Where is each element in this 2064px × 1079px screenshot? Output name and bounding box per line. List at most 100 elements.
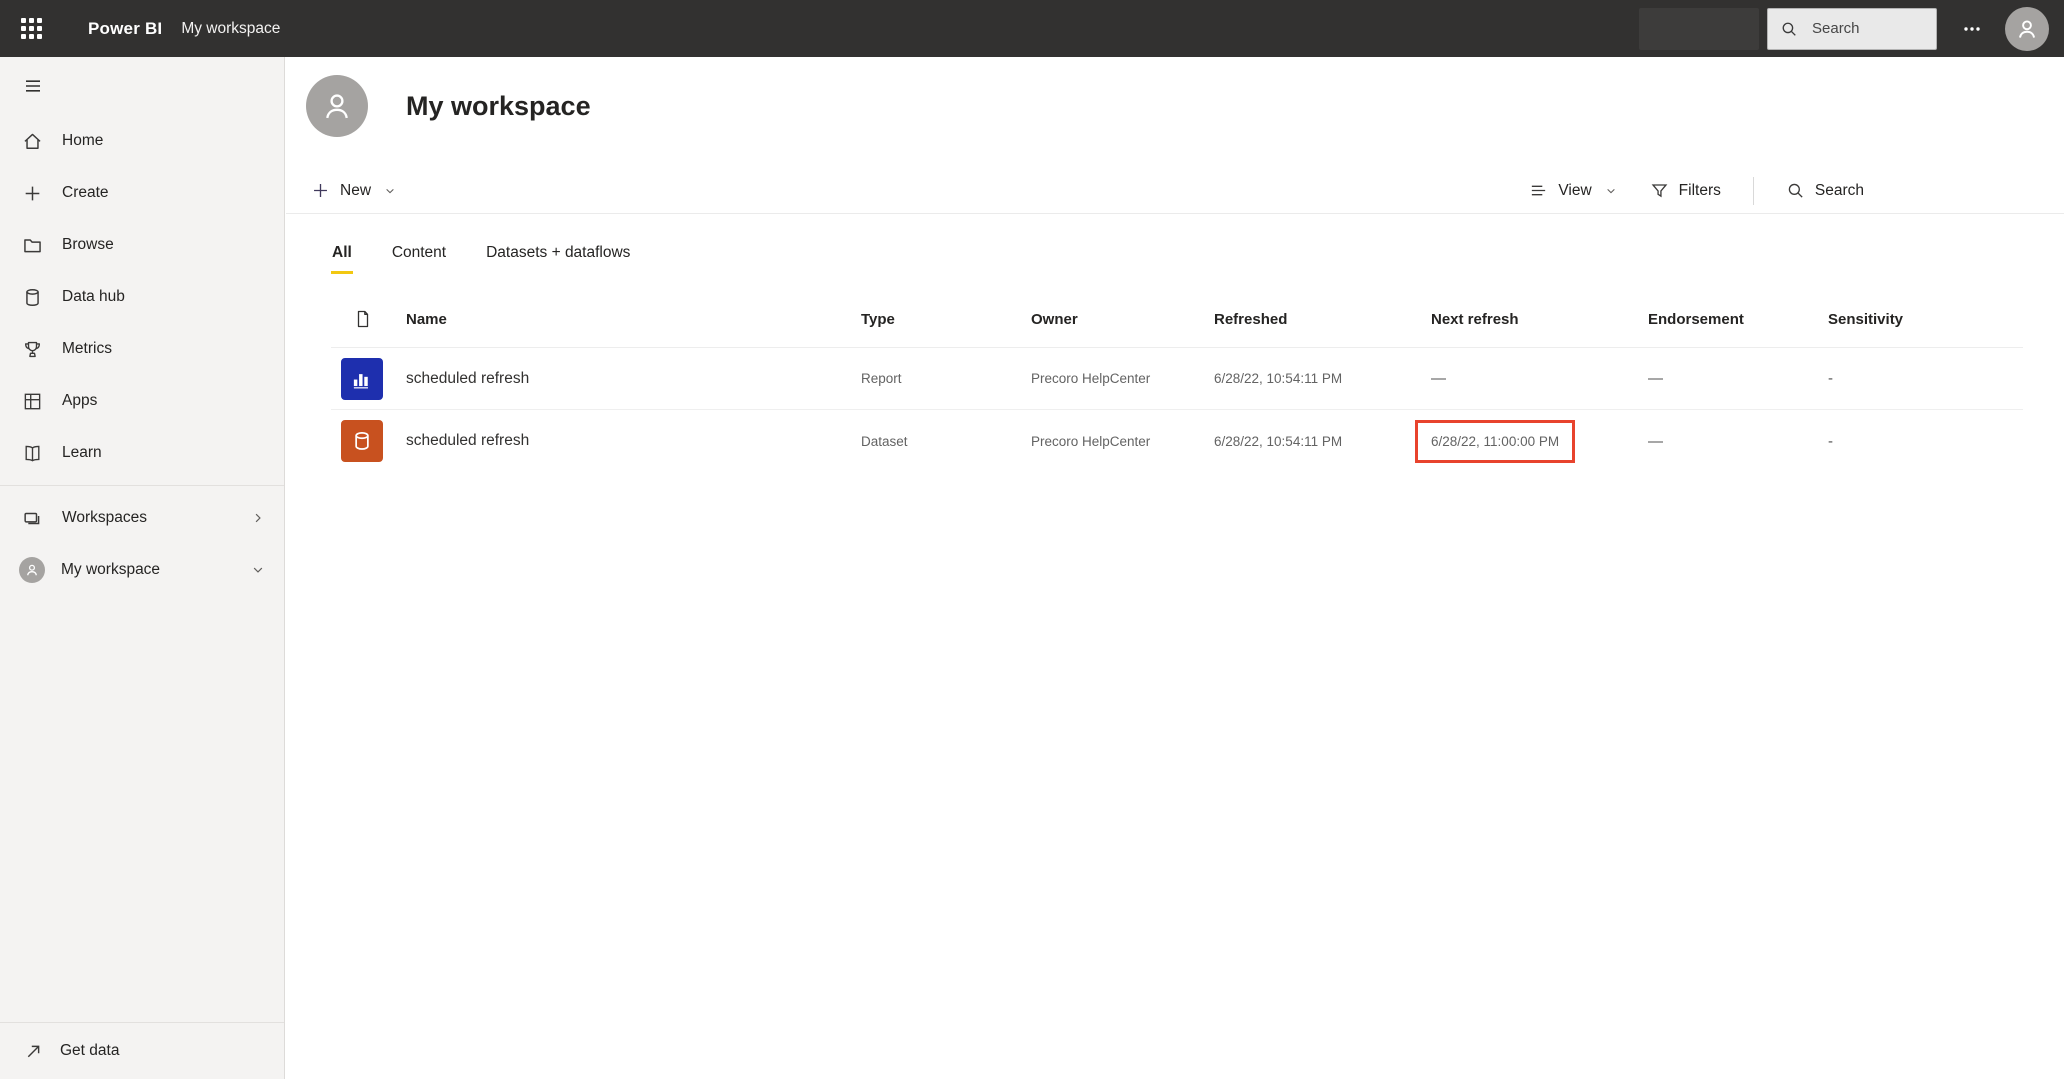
grid-icon [22,391,43,412]
item-name-link[interactable]: scheduled refresh [406,370,861,388]
tab-content[interactable]: Content [391,242,447,274]
item-type: Dataset [861,433,908,449]
get-data-label: Get data [60,1042,120,1059]
chevron-right-icon [250,510,266,526]
sidebar-item-label: Data hub [62,288,125,305]
workspace-content: My workspace New View Filters Search All… [286,57,2064,1079]
next-refresh-value: 6/28/22, 11:00:00 PM [1431,433,1560,449]
page-title: My workspace [406,90,591,121]
search-button-label: Search [1814,181,1864,199]
workspaces-icon [22,508,43,529]
home-icon [22,131,43,152]
chevron-down-icon [1604,184,1618,198]
database-icon [22,287,43,308]
column-header-next-refresh[interactable]: Next refresh [1431,311,1648,328]
powerbi-logo[interactable]: Power BI [88,19,162,39]
book-icon [22,443,43,464]
search-placeholder: Search [1812,20,1860,37]
sidebar-nav-items: Home Create Browse Data hub Metrics Apps Learn [0,115,284,479]
item-owner: Precoro HelpCenter [1031,371,1151,386]
sidebar-item-learn[interactable]: Learn [0,427,284,479]
item-owner: Precoro HelpCenter [1031,433,1151,449]
global-search-input[interactable]: Search [1767,7,1937,50]
hamburger-icon [26,80,40,92]
tab-datasets-dataflows[interactable]: Datasets + dataflows [485,242,631,274]
table-header: Name Type Owner Refreshed Next refresh Endors… [331,291,2023,348]
person-icon [326,94,348,119]
sidebar-divider [0,485,284,486]
left-navigation: Home Create Browse Data hub Metrics Apps Learn… [0,57,285,1079]
table-row[interactable]: scheduled refresh Report Precoro HelpCente… [331,348,2023,410]
sidebar-item-home[interactable]: Home [0,115,284,167]
column-header-endorsement[interactable]: Endorsement [1648,311,1828,328]
list-search-button[interactable]: Search [1786,181,1864,200]
sidebar-item-my-workspace[interactable]: My workspace [0,544,284,596]
sidebar-item-create[interactable]: Create [0,167,284,219]
person-icon [2019,19,2035,38]
sidebar-item-browse[interactable]: Browse [0,219,284,271]
sidebar-item-apps[interactable]: Apps [0,375,284,427]
filters-button[interactable]: Filters [1650,181,1721,200]
chevron-down-icon [383,184,397,198]
item-endorsement: — [1648,432,1663,450]
app-launcher-button[interactable] [0,0,62,57]
plus-icon [311,181,330,200]
document-icon [353,309,373,329]
item-refreshed: 6/28/22, 10:54:11 PM [1214,433,1343,449]
sidebar-item-workspaces[interactable]: Workspaces [0,492,284,544]
sidebar-item-data-hub[interactable]: Data hub [0,271,284,323]
account-avatar[interactable] [2005,6,2049,51]
workspace-avatar-icon [19,557,45,583]
chevron-down-icon [250,562,266,578]
get-data-button[interactable]: Get data [0,1022,284,1079]
column-header-name[interactable]: Name [406,311,861,328]
item-name-link[interactable]: scheduled refresh [406,432,861,450]
waffle-icon [20,18,42,39]
next-refresh-highlight-box: 6/28/22, 11:00:00 PM [1415,419,1576,463]
view-button-label: View [1558,181,1592,199]
table-body: scheduled refresh Report Precoro HelpCente… [331,348,2023,472]
item-endorsement: — [1648,370,1663,387]
item-refreshed: 6/28/22, 10:54:11 PM [1214,371,1343,386]
topbar-placeholder-box [1639,7,1759,50]
filters-button-label: Filters [1678,181,1721,199]
sidebar-item-label: Apps [62,392,98,409]
topbar-context-label: My workspace [181,19,281,37]
content-tabs: All Content Datasets + dataflows [286,242,2064,274]
sidebar-item-label: My workspace [61,561,161,578]
get-data-icon [24,1042,43,1061]
sidebar-item-label: Browse [62,236,114,253]
view-button[interactable]: View [1529,181,1617,200]
next-refresh-value: — [1431,370,1446,387]
item-type: Report [861,371,902,386]
column-header-refreshed[interactable]: Refreshed [1214,311,1431,328]
trophy-icon [22,339,43,360]
new-button[interactable]: New [311,181,397,200]
new-button-label: New [340,181,372,199]
top-app-bar: Power BI My workspace Search [0,0,2064,57]
item-sensitivity: - [1828,370,1833,387]
workspace-header: My workspace [286,57,2064,137]
sidebar-item-label: Metrics [62,340,112,357]
item-sensitivity: - [1828,432,1833,450]
sidebar-item-label: Home [62,132,104,149]
column-header-type[interactable]: Type [861,311,1031,328]
plus-icon [22,183,43,204]
more-options-button[interactable] [1947,9,1997,49]
table-row[interactable]: scheduled refresh Dataset Precoro HelpCent… [331,410,2023,472]
view-list-icon [1529,181,1548,200]
sidebar-item-label: Learn [62,444,102,461]
sidebar-item-metrics[interactable]: Metrics [0,323,284,375]
column-header-sensitivity[interactable]: Sensitivity [1828,311,2023,328]
items-table: Name Type Owner Refreshed Next refresh Endors… [331,291,2023,472]
column-header-owner[interactable]: Owner [1031,311,1214,328]
report-icon [341,357,383,400]
ellipsis-icon [1964,26,1980,31]
search-icon [1786,181,1805,200]
dataset-icon [341,420,383,462]
toolbar-divider [1752,176,1754,205]
tab-all[interactable]: All [331,242,353,274]
workspace-toolbar: New View Filters Search [286,168,2064,214]
collapse-nav-button[interactable] [0,57,284,115]
sidebar-item-label: Create [62,184,109,201]
